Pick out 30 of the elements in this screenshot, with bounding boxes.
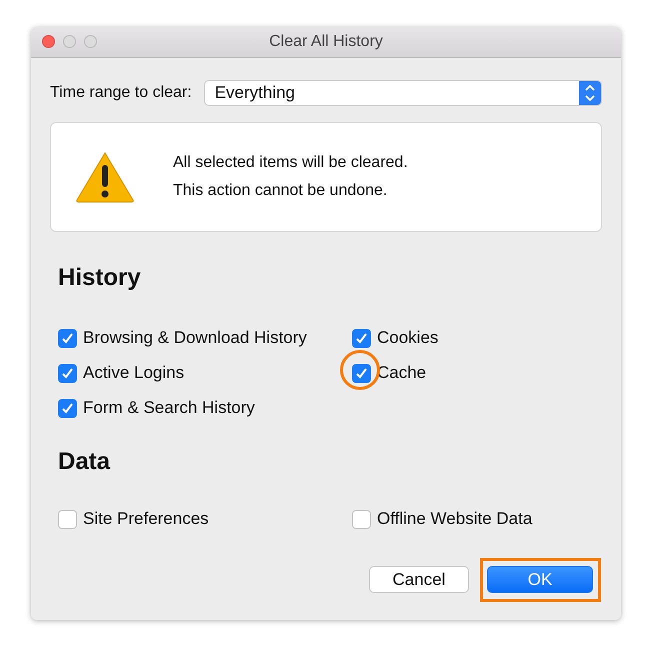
warning-icon — [75, 151, 135, 203]
time-range-dropdown[interactable]: Everything — [204, 80, 602, 106]
checkbox-label: Active Logins — [83, 363, 184, 383]
ok-button[interactable]: OK — [487, 566, 593, 593]
checkbox[interactable] — [58, 364, 77, 382]
checkbox[interactable] — [58, 328, 77, 348]
check-icon — [355, 366, 368, 380]
checkbox[interactable] — [352, 328, 371, 348]
checkbox-label: Offline Website Data — [377, 509, 532, 529]
check-icon — [355, 332, 368, 344]
window-title: Clear All History — [269, 33, 383, 51]
check-icon — [61, 332, 74, 344]
section-heading: Data — [58, 448, 112, 476]
stepper-icon — [579, 81, 601, 105]
cancel-button[interactable]: Cancel — [369, 566, 469, 593]
time-range-label: Time range to clear: — [50, 84, 192, 102]
close-button[interactable] — [42, 35, 55, 48]
checkbox[interactable] — [352, 364, 371, 382]
checkbox[interactable] — [58, 510, 77, 528]
checkbox-label: Form & Search History — [83, 398, 255, 418]
warning-text: All selected items will be cleared. — [173, 154, 408, 172]
check-icon — [61, 402, 74, 414]
checkbox[interactable] — [352, 510, 371, 528]
section-heading: History — [58, 264, 142, 292]
checkbox-label: Cookies — [377, 328, 438, 348]
checkbox[interactable] — [58, 398, 77, 418]
checkbox-label: Site Preferences — [83, 509, 209, 529]
check-icon — [61, 366, 74, 380]
checkbox-label: Browsing & Download History — [83, 328, 307, 348]
warning-text: This action cannot be undone. — [173, 182, 388, 200]
